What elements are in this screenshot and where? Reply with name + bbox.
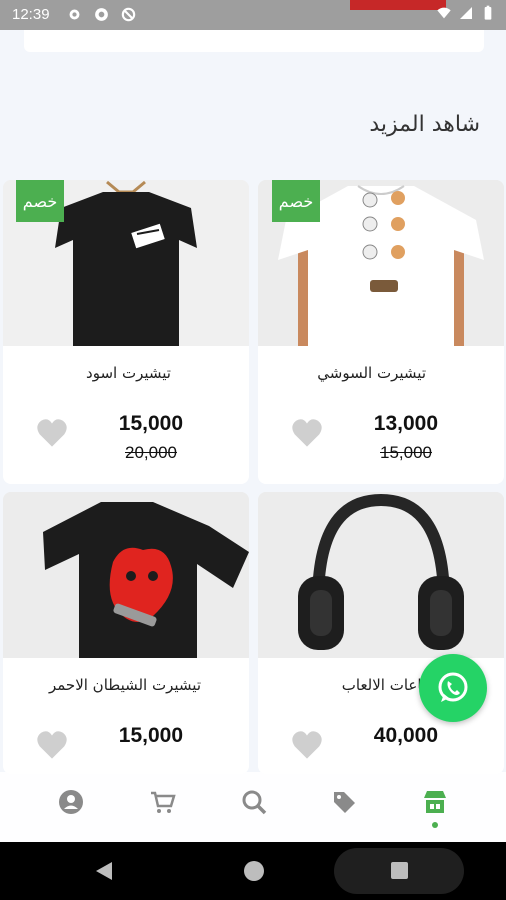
active-nav-indicator: [432, 822, 438, 828]
product-old-price: 20,000: [125, 443, 177, 462]
tag-icon: [334, 792, 355, 813]
nav-cart[interactable]: [143, 782, 183, 822]
store-icon: [424, 791, 446, 813]
recent-apps-icon[interactable]: [391, 862, 408, 879]
status-bar: 12:39: [0, 0, 506, 30]
status-notification-icons: [66, 6, 137, 23]
signal-icon: [460, 7, 472, 19]
search-icon: [242, 790, 267, 815]
wifi-icon: [437, 7, 451, 19]
product-card[interactable]: تيشيرت الشيطان الاحمر 15,000: [3, 492, 249, 774]
product-name: تيشيرت الشيطان الاحمر: [48, 676, 201, 694]
heart-icon[interactable]: [290, 730, 324, 760]
whatsapp-chat-button[interactable]: [419, 654, 487, 722]
product-price: 15,000: [118, 724, 183, 747]
product-image[interactable]: [258, 492, 504, 658]
product-price: 13,000: [373, 412, 438, 435]
status-bar-banner: [350, 0, 446, 10]
home-icon[interactable]: [244, 861, 264, 881]
nav-profile[interactable]: [51, 782, 91, 822]
nav-search[interactable]: [234, 782, 274, 822]
product-card[interactable]: ماعات الالعاب 40,000: [258, 492, 504, 774]
product-card[interactable]: خصم تيشيرت اسود 15,000 20,000: [3, 180, 249, 484]
back-icon[interactable]: [96, 862, 112, 880]
product-price: 15,000: [118, 412, 183, 435]
product-old-price: 15,000: [380, 443, 432, 462]
section-title: شاهد المزيد: [369, 112, 480, 137]
bottom-nav: [0, 772, 506, 842]
heart-icon[interactable]: [290, 418, 324, 448]
nav-offers[interactable]: [324, 782, 364, 822]
battery-icon: [484, 5, 492, 20]
product-card[interactable]: خصم تيشيرت السوشي 13,000 15,000: [258, 180, 504, 484]
heart-icon[interactable]: [35, 730, 69, 760]
product-name: تيشيرت السوشي: [317, 364, 426, 382]
product-price: 40,000: [373, 724, 438, 747]
system-nav-bar: [0, 842, 506, 900]
sync-icon: [95, 8, 108, 21]
profile-icon: [59, 790, 83, 814]
discount-badge: خصم: [272, 180, 320, 222]
product-image[interactable]: [3, 492, 249, 658]
whatsapp-icon: [438, 672, 468, 702]
settings-gear-icon: [69, 9, 80, 20]
status-time: 12:39: [12, 6, 50, 23]
status-system-icons: [436, 5, 496, 21]
nav-store[interactable]: [415, 782, 455, 822]
blocked-icon: [121, 7, 136, 22]
product-name: ماعات الالعاب: [341, 676, 430, 694]
discount-badge: خصم: [16, 180, 64, 222]
previous-content-card: [24, 30, 484, 52]
cart-icon: [151, 791, 176, 813]
heart-icon[interactable]: [35, 418, 69, 448]
product-name: تيشيرت اسود: [86, 364, 171, 382]
